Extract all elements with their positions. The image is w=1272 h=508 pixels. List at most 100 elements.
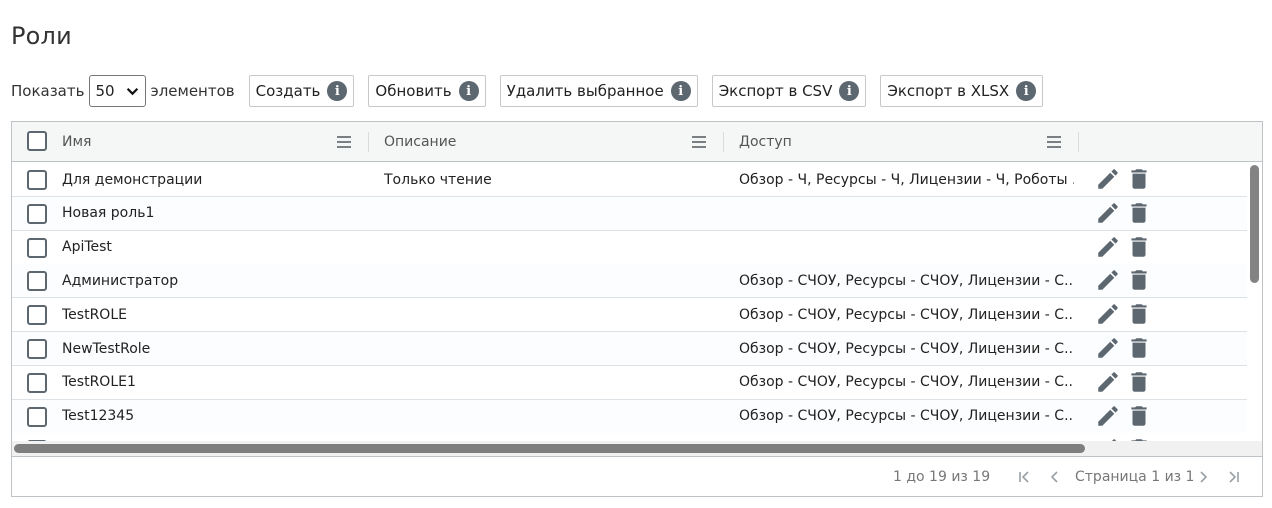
show-label: Показать	[11, 82, 85, 100]
cell-name: Для демонстрации	[62, 171, 203, 188]
trash-icon[interactable]	[1126, 301, 1152, 327]
horizontal-scrollbar-thumb[interactable]	[14, 444, 1085, 453]
column-separator	[723, 132, 724, 152]
cell-name: Test12345	[62, 408, 135, 425]
row-checkbox[interactable]	[27, 237, 47, 258]
column-header-description[interactable]: Описание	[384, 122, 684, 162]
pencil-icon[interactable]	[1095, 267, 1121, 293]
column-header-access[interactable]: Доступ	[739, 122, 1039, 162]
vertical-scrollbar[interactable]	[1247, 163, 1262, 441]
menu-icon[interactable]	[1047, 136, 1061, 148]
cell-access: Обзор - СЧОУ, Ресурсы - СЧОУ, Лицензии -…	[739, 340, 1074, 357]
export-csv-button[interactable]: Экспорт в CSV i	[711, 75, 867, 107]
trash-icon[interactable]	[1126, 403, 1152, 429]
cell-name: NewTestRole	[62, 340, 151, 357]
column-separator	[368, 132, 369, 152]
grid-header: Имя Описание Доступ	[12, 122, 1262, 162]
grid-body: Для демонстрации Только чтение Обзор - Ч, …	[12, 163, 1247, 441]
info-icon: i	[458, 81, 479, 101]
refresh-button[interactable]: Обновить i	[368, 75, 486, 107]
next-page-icon[interactable]	[1196, 470, 1210, 484]
trash-icon[interactable]	[1126, 234, 1152, 260]
trash-icon[interactable]	[1126, 267, 1152, 293]
pencil-icon[interactable]	[1095, 166, 1121, 192]
pencil-icon[interactable]	[1095, 301, 1121, 327]
table-row[interactable]: ApiTest	[12, 230, 1247, 265]
cell-access: Обзор - СЧОУ, Ресурсы - СЧОУ, Лицензии -…	[739, 306, 1074, 323]
menu-icon[interactable]	[337, 136, 351, 148]
trash-icon[interactable]	[1126, 335, 1152, 361]
table-row[interactable]: NewTestRole Обзор - СЧОУ, Ресурсы - СЧОУ,…	[12, 332, 1247, 366]
column-header-description-label: Описание	[384, 134, 457, 150]
cell-description	[384, 400, 714, 433]
cell-description	[384, 264, 714, 297]
cell-access: Обзор - СЧОУ, Ресурсы - СЧОУ, Лицензии -…	[739, 408, 1074, 425]
items-label: элементов	[150, 82, 235, 100]
delete-selected-button-label: Удалить выбранное	[506, 82, 664, 100]
pencil-icon[interactable]	[1095, 369, 1121, 395]
row-checkbox[interactable]	[27, 170, 47, 190]
export-csv-button-label: Экспорт в CSV	[718, 82, 833, 100]
page-info: Страница 1 из 1	[1075, 469, 1195, 485]
table-row[interactable]: TestROLE1 Обзор - СЧОУ, Ресурсы - СЧОУ, Л…	[12, 365, 1247, 400]
table-row[interactable]	[12, 433, 1247, 441]
cell-access	[739, 231, 1074, 264]
menu-icon[interactable]	[692, 136, 706, 148]
row-checkbox[interactable]	[27, 203, 47, 224]
horizontal-scrollbar[interactable]	[12, 441, 1262, 456]
column-header-access-label: Доступ	[739, 134, 792, 150]
cell-name: TestROLE1	[62, 374, 136, 391]
table-row[interactable]: Test12345 Обзор - СЧОУ, Ресурсы - СЧОУ, Л…	[12, 399, 1247, 434]
export-xlsx-button-label: Экспорт в XLSX	[887, 82, 1010, 100]
row-checkbox[interactable]	[27, 305, 47, 326]
info-icon: i	[839, 81, 860, 101]
cell-name: Новая роль1	[62, 205, 155, 222]
cell-description	[384, 366, 714, 399]
table-row[interactable]: Новая роль1	[12, 196, 1247, 231]
cell-description	[384, 197, 714, 230]
table-row[interactable]: TestROLE Обзор - СЧОУ, Ресурсы - СЧОУ, Ли…	[12, 298, 1247, 333]
table-row[interactable]: Администратор Обзор - СЧОУ, Ресурсы - СЧО…	[12, 264, 1247, 299]
refresh-button-label: Обновить	[375, 82, 452, 100]
cell-name: ApiTest	[62, 239, 112, 256]
row-checkbox[interactable]	[27, 372, 47, 393]
pencil-icon[interactable]	[1095, 200, 1121, 226]
row-checkbox[interactable]	[27, 406, 47, 427]
grid-footer: 1 до 19 из 19 Страница 1 из 1	[12, 456, 1262, 496]
column-header-name-label: Имя	[62, 134, 92, 150]
previous-page-icon[interactable]	[1048, 470, 1062, 484]
first-page-icon[interactable]	[1018, 470, 1032, 484]
page-title: Роли	[11, 22, 72, 50]
toolbar: Показать 50 элементов Создать i Обновить…	[11, 75, 1044, 107]
column-header-name[interactable]: Имя	[62, 122, 352, 162]
roles-grid: Имя Описание Доступ Для демонстрации Толь…	[11, 121, 1263, 497]
info-icon: i	[1016, 81, 1037, 101]
row-range: 1 до 19 из 19	[893, 469, 991, 485]
create-button-label: Создать	[255, 82, 321, 100]
create-button[interactable]: Создать i	[248, 75, 355, 107]
trash-icon[interactable]	[1126, 369, 1152, 395]
info-icon: i	[327, 81, 348, 101]
cell-access: Обзор - СЧОУ, Ресурсы - СЧОУ, Лицензии -…	[739, 374, 1074, 391]
vertical-scrollbar-thumb[interactable]	[1250, 165, 1259, 283]
pencil-icon[interactable]	[1095, 234, 1121, 260]
select-all-checkbox[interactable]	[27, 131, 47, 151]
pencil-icon[interactable]	[1095, 403, 1121, 429]
row-checkbox[interactable]	[27, 271, 47, 292]
pencil-icon[interactable]	[1095, 335, 1121, 361]
delete-selected-button[interactable]: Удалить выбранное i	[499, 75, 698, 107]
trash-icon[interactable]	[1126, 200, 1152, 226]
row-checkbox[interactable]	[27, 339, 47, 359]
export-xlsx-button[interactable]: Экспорт в XLSX i	[880, 75, 1044, 107]
cell-description	[384, 298, 714, 331]
cell-description	[384, 332, 714, 365]
page-size-value: 50	[95, 82, 115, 100]
cell-name: TestROLE	[62, 306, 127, 323]
page-size-select[interactable]: 50	[89, 75, 147, 107]
last-page-icon[interactable]	[1226, 470, 1240, 484]
cell-access	[739, 197, 1074, 230]
cell-description	[384, 231, 714, 264]
cell-access: Обзор - СЧОУ, Ресурсы - СЧОУ, Лицензии -…	[739, 272, 1074, 289]
trash-icon[interactable]	[1126, 166, 1152, 192]
table-row[interactable]: Для демонстрации Только чтение Обзор - Ч, …	[12, 163, 1247, 197]
